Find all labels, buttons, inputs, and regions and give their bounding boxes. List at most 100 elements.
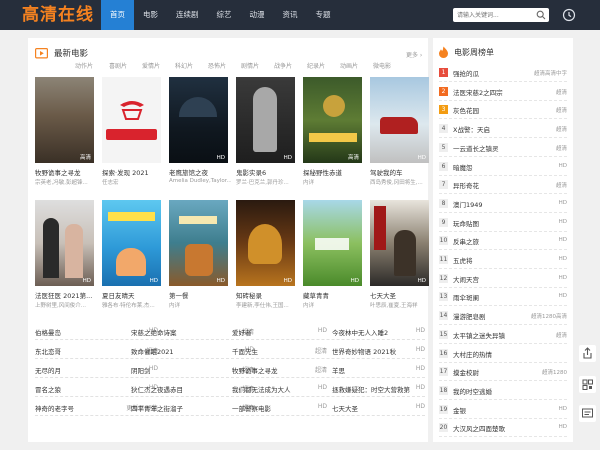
movie-card[interactable]: 高清 牧野诡事之寻龙 宗英老,冯敏,彭超锋... xyxy=(35,77,94,186)
list-item[interactable]: 羊思 HD xyxy=(332,365,425,375)
movie-poster[interactable]: HD xyxy=(169,200,228,286)
movie-title[interactable]: 老鹰旅馆之夜 xyxy=(169,167,231,177)
ranking-item-title[interactable]: 灰色花园 xyxy=(453,105,479,115)
movie-card[interactable]: 探索·发现 2021 任志宏 xyxy=(102,77,161,186)
ranking-item[interactable]: 8 澳门1949 HD xyxy=(439,195,567,213)
movie-card[interactable]: HD 第一餐 内详 xyxy=(169,200,228,309)
list-item-title[interactable]: 宋慈之绝命诗案 xyxy=(131,327,177,337)
movie-title[interactable]: 法医狂医 2021第... xyxy=(35,290,97,300)
ranking-item-title[interactable]: 反串之旅 xyxy=(453,236,479,246)
list-item-title[interactable]: 阴阳剑 xyxy=(131,365,151,375)
ranking-item-title[interactable]: 五虎将 xyxy=(453,255,473,265)
movie-title[interactable]: 探索·发现 2021 xyxy=(102,167,164,177)
ranking-item-title[interactable]: 太平镇之迷失异镇 xyxy=(453,330,505,340)
movie-title[interactable]: 七天大圣 xyxy=(370,290,432,300)
ranking-item[interactable]: 20 大汉风之四面楚歌 HD xyxy=(439,419,567,438)
ranking-item[interactable]: 15 太平镇之迷失异镇 超清 xyxy=(439,326,567,344)
list-item[interactable]: 拯救嫌疑犯：时空大营救第 HD xyxy=(332,384,425,394)
movie-card[interactable]: HD 知砖秘录 李建新,李仕伟,王国... xyxy=(236,200,295,309)
ranking-item-title[interactable]: 我的时空逃婚 xyxy=(453,386,492,396)
ranking-item[interactable]: 19 金银 HD xyxy=(439,401,567,419)
list-item-title[interactable]: 神奇的老字号 xyxy=(35,403,74,413)
movie-title[interactable]: 鬼影实录6 xyxy=(236,167,298,177)
list-item[interactable]: 七天大圣 HD xyxy=(332,403,425,413)
ranking-item[interactable]: 2 法医宋慈2之四宗 超清 xyxy=(439,83,567,101)
category-scifi[interactable]: 科幻片 xyxy=(175,61,193,70)
movie-poster[interactable]: HD xyxy=(303,200,362,286)
list-item-title[interactable]: 我们都无法成为大人 xyxy=(232,384,291,394)
category-war[interactable]: 战争片 xyxy=(274,61,292,70)
ranking-item[interactable]: 13 雨伞斑阑 HD xyxy=(439,288,567,307)
list-item-title[interactable]: 四平青年之街溜子 xyxy=(131,403,183,413)
movie-poster[interactable]: HD xyxy=(102,200,161,286)
movie-poster[interactable]: HD xyxy=(236,200,295,286)
list-item-title[interactable]: 东北恋哥 xyxy=(35,346,61,356)
ranking-item[interactable]: 6 暗魔怨 HD xyxy=(439,158,567,176)
nav-item-movie[interactable]: 电影 xyxy=(134,0,167,30)
ranking-item[interactable]: 18 我的时空逃婚 xyxy=(439,382,567,400)
movie-poster[interactable]: HD xyxy=(169,77,228,163)
message-button[interactable] xyxy=(579,405,596,422)
movie-poster[interactable]: HD xyxy=(370,200,429,286)
ranking-item[interactable]: 9 玩命贴图 HD xyxy=(439,214,567,232)
movie-card[interactable]: HD 驾驶我的车 西岛秀俊,冈田将生,... xyxy=(370,77,429,186)
movie-poster[interactable]: HD xyxy=(370,77,429,163)
list-item-title[interactable]: 七天大圣 xyxy=(332,403,358,413)
list-item[interactable]: 我们都无法成为大人 HD xyxy=(232,384,327,394)
category-romance[interactable]: 爱情片 xyxy=(142,61,160,70)
ranking-item-title[interactable]: 法医宋慈2之四宗 xyxy=(453,87,503,97)
ranking-item-title[interactable]: 暗魔怨 xyxy=(453,162,473,172)
ranking-item[interactable]: 17 摸金校尉 超清1280 xyxy=(439,363,567,382)
movie-title[interactable]: 探秘野性赤道 xyxy=(303,167,365,177)
movie-card[interactable]: 高清 探秘野性赤道 内详 xyxy=(303,77,362,186)
ranking-item[interactable]: 16 大村庄的热情 xyxy=(439,345,567,363)
category-short-film[interactable]: 微电影 xyxy=(373,61,391,70)
movie-poster[interactable]: 高清 xyxy=(35,77,94,163)
list-item[interactable]: 牧野诡事之寻龙 超清 xyxy=(232,365,327,375)
movie-poster[interactable]: 高清 xyxy=(303,77,362,163)
movie-card[interactable]: HD 七天大圣 叶思辰,崔夏,王海祥 xyxy=(370,200,429,309)
ranking-item-title[interactable]: 摸金校尉 xyxy=(453,367,479,377)
category-drama[interactable]: 剧情片 xyxy=(241,61,259,70)
ranking-item[interactable]: 4 X战警：天启 超清 xyxy=(439,120,567,139)
list-item-title[interactable]: 千面先生 xyxy=(232,346,258,356)
movie-poster[interactable]: HD xyxy=(236,77,295,163)
category-animation[interactable]: 动画片 xyxy=(340,61,358,70)
search-icon[interactable] xyxy=(536,10,546,20)
nav-item-anime[interactable]: 动漫 xyxy=(241,0,274,30)
movie-poster[interactable] xyxy=(102,77,161,163)
search-input[interactable] xyxy=(453,8,531,22)
list-item[interactable]: 一部警察电影 HD xyxy=(232,403,327,413)
category-documentary[interactable]: 纪录片 xyxy=(307,61,325,70)
list-item-title[interactable]: 拯救嫌疑犯：时空大营救第 xyxy=(332,384,410,394)
ranking-item-title[interactable]: 漫游肥皂剧 xyxy=(453,311,486,321)
list-item-title[interactable]: 致命催眠2021 xyxy=(131,346,174,356)
ranking-item-title[interactable]: 金银 xyxy=(453,405,466,415)
ranking-item[interactable]: 12 大闹天宫 HD xyxy=(439,270,567,288)
movie-title[interactable]: 夏日友晴天 xyxy=(102,290,164,300)
ranking-item[interactable]: 10 反串之旅 HD xyxy=(439,232,567,251)
ranking-item[interactable]: 7 异形奇花 超清 xyxy=(439,176,567,195)
movie-card[interactable]: HD 夏日友晴天 雅各布·特伦布莱,杰... xyxy=(102,200,161,309)
list-item[interactable]: 今夜林中无人入睡2 HD xyxy=(332,327,425,337)
nav-item-topics[interactable]: 专题 xyxy=(307,0,340,30)
list-item[interactable]: 爱好者 HD xyxy=(232,327,327,337)
site-logo[interactable]: 高清在线 xyxy=(22,4,94,26)
movie-card[interactable]: HD 法医狂医 2021第... 上野树里,风间俊介... xyxy=(35,200,94,309)
ranking-item[interactable]: 5 一云道长之镇灵 超清 xyxy=(439,139,567,157)
ranking-item-title[interactable]: 一云道长之镇灵 xyxy=(453,143,499,153)
ranking-item-title[interactable]: 强抢的瓜 xyxy=(453,68,479,78)
list-item[interactable]: 千面先生 超清 xyxy=(232,346,327,356)
ranking-item-title[interactable]: 大汉风之四面楚歌 xyxy=(453,423,505,433)
list-item-title[interactable]: 世界奇妙物语 2021秋 xyxy=(332,346,396,356)
history-clock-icon[interactable] xyxy=(562,8,576,22)
ranking-item-title[interactable]: 澳门1949 xyxy=(453,199,483,209)
movie-card[interactable]: HD 老鹰旅馆之夜 Amelia Dudley,Taylor... xyxy=(169,77,231,184)
share-button[interactable] xyxy=(579,345,596,362)
list-item-title[interactable]: 冒名之狼 xyxy=(35,384,61,394)
list-item-title[interactable]: 羊思 xyxy=(332,365,345,375)
movie-poster[interactable]: HD xyxy=(35,200,94,286)
ranking-item-title[interactable]: 玩命贴图 xyxy=(453,218,479,228)
category-action[interactable]: 动作片 xyxy=(75,61,93,70)
nav-item-news[interactable]: 资讯 xyxy=(274,0,307,30)
